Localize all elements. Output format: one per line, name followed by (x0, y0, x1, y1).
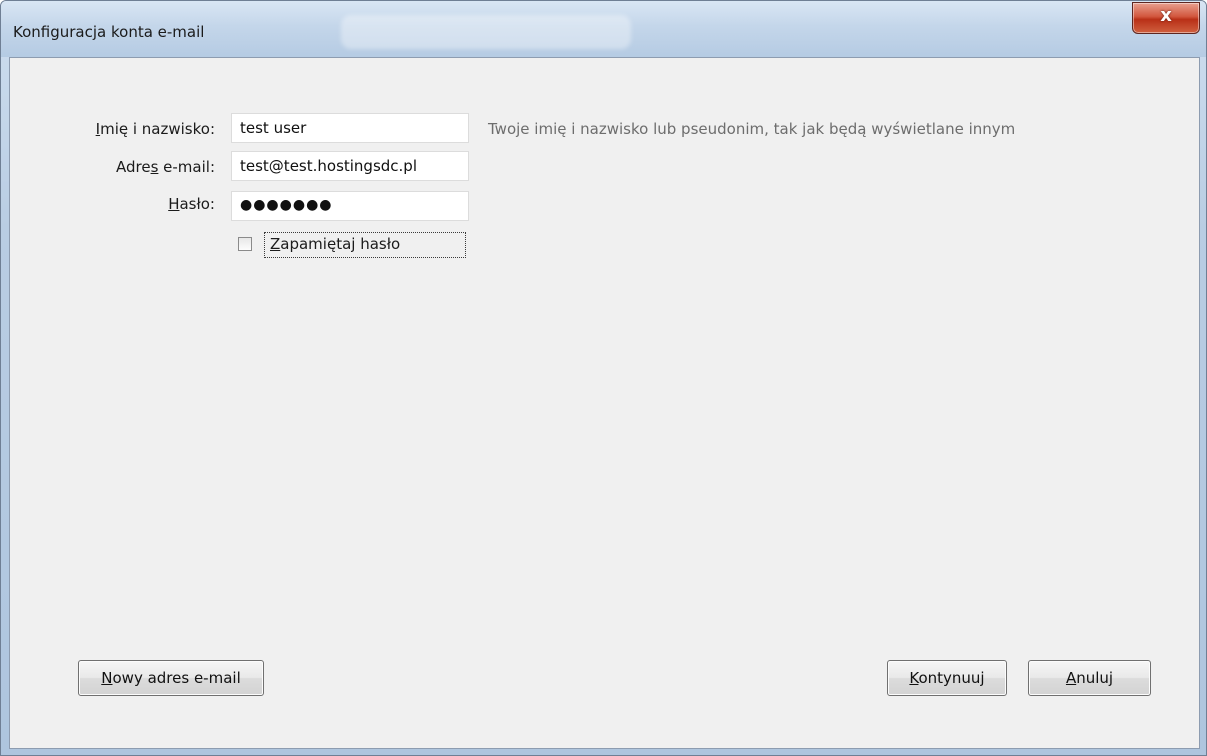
close-button[interactable]: x (1132, 2, 1200, 34)
email-input[interactable]: test@test.hostingsdc.pl (231, 151, 469, 181)
name-label: Imię i nazwisko: (95, 120, 215, 138)
title-bar[interactable]: Konfiguracja konta e-mail x (1, 1, 1206, 57)
continue-button[interactable]: Kontynuuj (887, 660, 1007, 696)
name-input[interactable]: test user (231, 113, 469, 143)
password-input[interactable]: ●●●●●●● (231, 191, 469, 221)
background-window-title-ghost (341, 15, 631, 49)
remember-password-option[interactable]: Zapamiętaj hasło (236, 232, 468, 260)
new-email-address-button[interactable]: Nowy adres e-mail (78, 660, 264, 696)
cancel-button[interactable]: Anuluj (1028, 660, 1151, 696)
password-label: Hasło: (168, 195, 215, 213)
name-hint: Twoje imię i nazwisko lub pseudonim, tak… (488, 120, 1016, 138)
remember-password-label[interactable]: Zapamiętaj hasło (264, 232, 466, 258)
dialog-window: Konfiguracja konta e-mail x Imię i nazwi… (0, 0, 1207, 756)
window-title: Konfiguracja konta e-mail (13, 23, 205, 41)
dialog-content: Imię i nazwisko: test user Twoje imię i … (9, 57, 1200, 749)
remember-password-checkbox[interactable] (238, 237, 252, 251)
close-icon: x (1160, 5, 1172, 26)
email-label: Adres e-mail: (115, 158, 215, 176)
